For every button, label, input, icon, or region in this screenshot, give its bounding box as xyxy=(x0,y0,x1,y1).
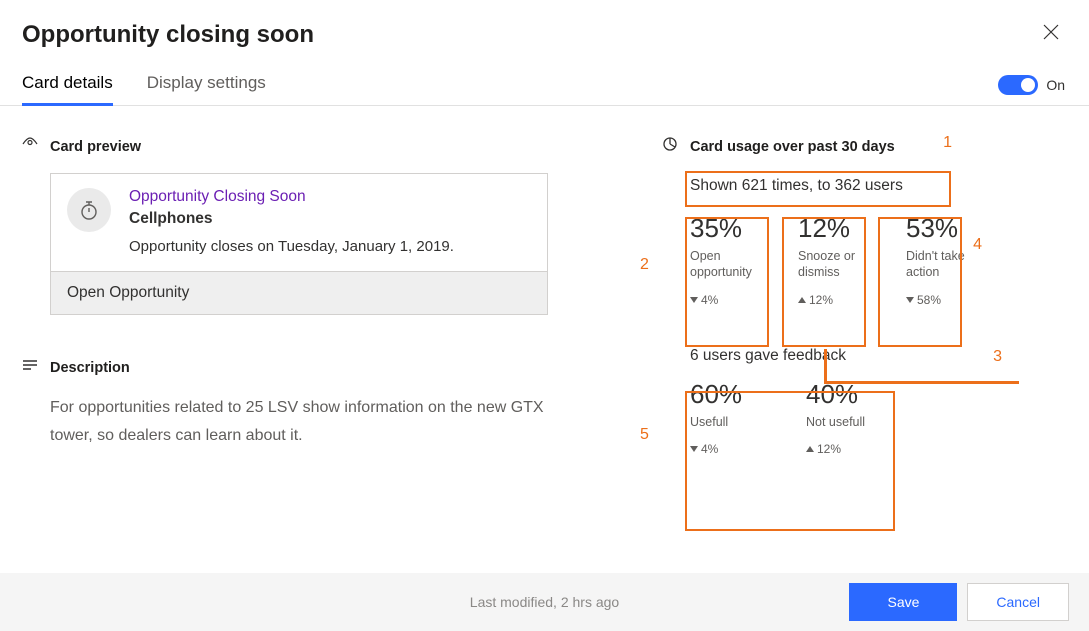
close-icon[interactable] xyxy=(1039,20,1063,49)
card-preview-label: Card preview xyxy=(50,139,141,155)
open-opportunity-button[interactable]: Open Opportunity xyxy=(51,271,547,314)
last-modified: Last modified, 2 hrs ago xyxy=(470,594,619,610)
preview-card: Opportunity Closing Soon Cellphones Oppo… xyxy=(50,173,548,315)
page-title: Opportunity closing soon xyxy=(22,21,314,49)
callout-box-3 xyxy=(782,217,866,347)
annotation-1: 1 xyxy=(943,134,952,152)
save-button[interactable]: Save xyxy=(849,583,957,621)
callout-box-5 xyxy=(685,391,895,531)
callout-line-3v xyxy=(824,349,827,383)
annotation-3: 3 xyxy=(993,348,1002,366)
preview-subject: Cellphones xyxy=(129,210,454,228)
preview-title: Opportunity Closing Soon xyxy=(129,188,454,206)
description-label: Description xyxy=(50,360,130,376)
preview-body-text: Opportunity closes on Tuesday, January 1… xyxy=(129,238,454,255)
callout-line-3h xyxy=(824,381,1019,384)
feedback-line: 6 users gave feedback xyxy=(690,347,1042,365)
toggle-enable[interactable] xyxy=(998,75,1038,95)
annotation-5: 5 xyxy=(640,426,649,444)
tab-display-settings[interactable]: Display settings xyxy=(147,73,266,105)
tab-row: Card details Display settings On xyxy=(0,49,1089,106)
pie-chart-icon xyxy=(662,136,678,157)
description-icon xyxy=(22,357,38,378)
callout-box-1 xyxy=(685,171,951,207)
cancel-button[interactable]: Cancel xyxy=(967,583,1069,621)
footer: Last modified, 2 hrs ago Save Cancel xyxy=(0,573,1089,631)
annotation-2: 2 xyxy=(640,256,649,274)
toggle-state-label: On xyxy=(1046,77,1065,93)
eye-icon xyxy=(22,136,38,157)
annotation-4: 4 xyxy=(973,236,982,254)
callout-box-4 xyxy=(878,217,962,347)
tab-card-details[interactable]: Card details xyxy=(22,73,113,106)
description-text: For opportunities related to 25 LSV show… xyxy=(50,394,570,450)
callout-box-2 xyxy=(685,217,769,347)
stopwatch-icon xyxy=(67,188,111,232)
card-usage-label: Card usage over past 30 days xyxy=(690,139,895,155)
